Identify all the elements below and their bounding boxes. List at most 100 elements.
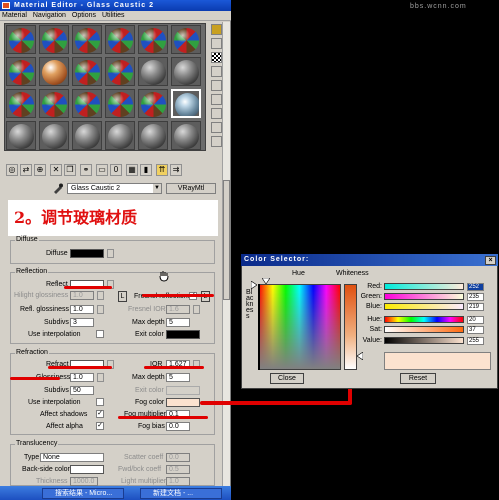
sample-slot[interactable] bbox=[6, 89, 36, 118]
sample-slot[interactable] bbox=[39, 25, 69, 54]
preview-icon[interactable] bbox=[211, 94, 222, 105]
hilight-glossiness-map-button[interactable] bbox=[97, 291, 104, 300]
sample-slot[interactable] bbox=[171, 57, 201, 86]
menu-navigation[interactable]: Navigation bbox=[31, 11, 68, 21]
lock-button[interactable]: L bbox=[118, 291, 127, 302]
sample-slot[interactable] bbox=[39, 57, 69, 86]
sample-slot[interactable] bbox=[39, 121, 69, 150]
sample-slot[interactable] bbox=[72, 25, 102, 54]
hilight-glossiness-field[interactable]: 1.0 bbox=[70, 291, 94, 300]
green-field[interactable]: 235 bbox=[467, 293, 484, 301]
hue-blackness-picker[interactable] bbox=[258, 284, 341, 370]
fresnel-ior-map-button[interactable] bbox=[193, 305, 200, 314]
hue-slider[interactable] bbox=[384, 316, 464, 323]
close-button[interactable]: Close bbox=[270, 373, 304, 384]
sample-slot[interactable] bbox=[138, 121, 168, 150]
uv-tiling-icon[interactable] bbox=[211, 66, 222, 77]
affect-shadows-checkbox[interactable]: ✓ bbox=[96, 410, 104, 418]
blackness-pointer-icon[interactable] bbox=[250, 280, 258, 290]
affect-alpha-checkbox[interactable]: ✓ bbox=[96, 422, 104, 430]
sample-slot[interactable] bbox=[138, 25, 168, 54]
sat-field[interactable]: 37 bbox=[467, 326, 484, 334]
sample-slot[interactable] bbox=[105, 121, 135, 150]
sample-type-icon[interactable] bbox=[211, 24, 222, 35]
green-slider[interactable] bbox=[384, 293, 464, 300]
sample-slot[interactable] bbox=[6, 121, 36, 150]
refl-glossiness-field[interactable]: 1.0 bbox=[70, 305, 94, 314]
make-unique-icon[interactable]: ⚭ bbox=[80, 164, 92, 176]
red-field[interactable]: 252 bbox=[467, 283, 484, 291]
taskbar-item[interactable]: 搜索结果 - Micro... bbox=[42, 488, 124, 499]
sample-slot[interactable] bbox=[6, 25, 36, 54]
fresnel-ior-field[interactable]: 1.6 bbox=[166, 305, 190, 314]
refraction-subdivs-field[interactable]: 50 bbox=[70, 386, 94, 395]
close-icon[interactable]: × bbox=[485, 256, 496, 265]
sample-slot[interactable] bbox=[105, 57, 135, 86]
material-effects-icon[interactable]: 0 bbox=[110, 164, 122, 176]
material-name-field[interactable]: Glass Caustic 2 bbox=[67, 183, 162, 194]
whiteness-pointer-icon[interactable] bbox=[356, 351, 364, 361]
options-icon[interactable] bbox=[211, 108, 222, 119]
sat-slider[interactable] bbox=[384, 326, 464, 333]
put-to-library-icon[interactable]: ▭ bbox=[96, 164, 108, 176]
go-to-parent-icon[interactable]: ⇈ bbox=[156, 164, 168, 176]
background-icon[interactable] bbox=[211, 52, 222, 63]
reset-map-icon[interactable]: ✕ bbox=[50, 164, 62, 176]
refl-glossiness-map-button[interactable] bbox=[97, 305, 104, 314]
menu-material[interactable]: Material bbox=[0, 11, 29, 21]
assign-material-icon[interactable]: ⊕ bbox=[34, 164, 46, 176]
taskbar-item[interactable]: 新建文档 - ... bbox=[140, 488, 222, 499]
sample-slot[interactable] bbox=[138, 89, 168, 118]
show-end-result-icon[interactable]: ▮ bbox=[140, 164, 152, 176]
sample-slot[interactable] bbox=[105, 89, 135, 118]
value-field[interactable]: 255 bbox=[467, 337, 484, 345]
translucency-type-select[interactable]: None bbox=[40, 453, 104, 462]
diffuse-map-button[interactable] bbox=[107, 249, 114, 258]
refraction-use-interpolation-checkbox[interactable] bbox=[96, 398, 104, 406]
sample-slot[interactable] bbox=[171, 25, 201, 54]
reflection-exit-color-swatch[interactable] bbox=[166, 330, 200, 339]
chevron-down-icon[interactable]: ▼ bbox=[153, 184, 161, 193]
fog-bias-field[interactable]: 0.0 bbox=[166, 422, 190, 431]
diffuse-color-swatch[interactable] bbox=[70, 249, 104, 258]
fwd-bck-coeff-field[interactable]: 0.5 bbox=[166, 465, 190, 474]
menu-options[interactable]: Options bbox=[70, 11, 98, 21]
reflection-use-interpolation-checkbox[interactable] bbox=[96, 330, 104, 338]
blue-field[interactable]: 219 bbox=[467, 303, 484, 311]
glossiness-field[interactable]: 1.0 bbox=[70, 373, 94, 382]
backlight-icon[interactable] bbox=[211, 38, 222, 49]
sample-slot[interactable] bbox=[105, 25, 135, 54]
sample-slot[interactable] bbox=[72, 57, 102, 86]
whiteness-slider[interactable] bbox=[344, 284, 357, 370]
scrollbar-thumb[interactable] bbox=[223, 180, 230, 300]
reset-button[interactable]: Reset bbox=[400, 373, 436, 384]
sample-slot[interactable] bbox=[39, 89, 69, 118]
sample-slot[interactable] bbox=[72, 89, 102, 118]
hue-field[interactable]: 20 bbox=[467, 316, 484, 324]
refraction-exit-color-swatch[interactable] bbox=[166, 386, 200, 395]
show-map-icon[interactable]: ▦ bbox=[126, 164, 138, 176]
light-multiplier-field[interactable]: 1.0 bbox=[166, 477, 190, 486]
video-color-icon[interactable] bbox=[211, 80, 222, 91]
back-side-color-swatch[interactable] bbox=[70, 465, 104, 474]
reflection-max-depth-field[interactable]: 5 bbox=[166, 318, 190, 327]
value-slider[interactable] bbox=[384, 337, 464, 344]
reflection-subdivs-field[interactable]: 3 bbox=[70, 318, 94, 327]
fog-color-swatch[interactable] bbox=[166, 398, 200, 407]
sample-slot[interactable] bbox=[72, 121, 102, 150]
copy-material-icon[interactable]: ❐ bbox=[64, 164, 76, 176]
sample-slot[interactable] bbox=[6, 57, 36, 86]
put-to-scene-icon[interactable]: ⇄ bbox=[20, 164, 32, 176]
go-forward-sibling-icon[interactable]: ⇉ bbox=[170, 164, 182, 176]
thickness-field[interactable]: 1000.0 bbox=[70, 477, 98, 486]
select-by-material-icon[interactable] bbox=[211, 122, 222, 133]
material-navigator-icon[interactable] bbox=[211, 136, 222, 147]
material-type-button[interactable]: VRayMtl bbox=[166, 183, 216, 194]
menu-utilities[interactable]: Utilities bbox=[100, 11, 127, 21]
get-material-icon[interactable]: ◎ bbox=[6, 164, 18, 176]
refraction-max-depth-field[interactable]: 5 bbox=[166, 373, 190, 382]
blue-slider[interactable] bbox=[384, 303, 464, 310]
glossiness-map-button[interactable] bbox=[97, 373, 104, 382]
sample-slot[interactable] bbox=[171, 121, 201, 150]
sample-slot[interactable] bbox=[138, 57, 168, 86]
